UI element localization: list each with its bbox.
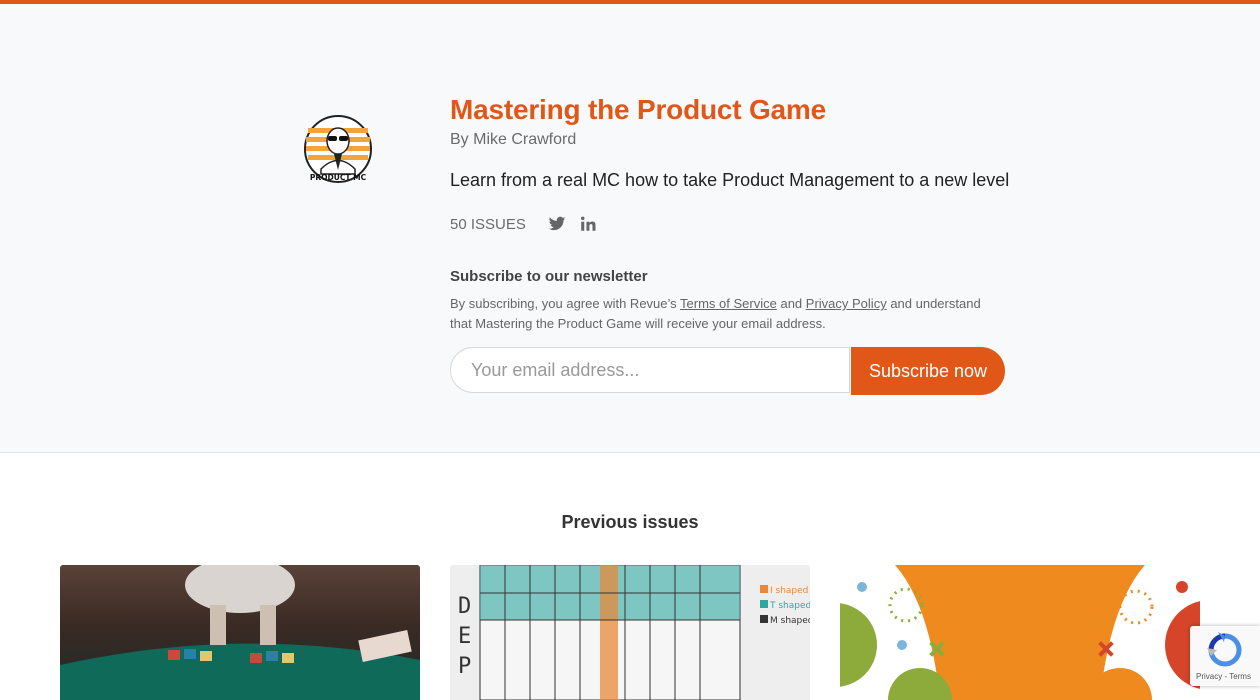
newsletter-header: PRODUCT MC Mastering the Product Game By… [0, 4, 1260, 453]
svg-text:P: P [458, 654, 471, 679]
linkedin-icon[interactable] [579, 215, 597, 233]
newsletter-byline: By Mike Crawford [450, 131, 577, 148]
game-graphic-image [840, 565, 1200, 700]
privacy-policy-link[interactable]: Privacy Policy [806, 296, 887, 311]
newsletter-meta: 50 ISSUES [450, 215, 597, 233]
legend-i-shaped: I shaped [770, 586, 808, 596]
casino-table-image [60, 565, 420, 700]
subscribe-heading: Subscribe to our newsletter [450, 268, 648, 285]
newsletter-avatar: PRODUCT MC [304, 115, 372, 183]
subscribe-button[interactable]: Subscribe now [851, 347, 1005, 395]
newsletter-description: Learn from a real MC how to take Product… [450, 170, 1010, 190]
legend-t-shaped: T shaped [769, 601, 810, 611]
issue-card-2-thumbnail[interactable]: D E P I shaped T shaped M shaped [450, 565, 810, 700]
previous-issues-heading: Previous issues [561, 512, 699, 532]
avatar-logo-text: PRODUCT MC [310, 173, 367, 182]
twitter-icon[interactable] [548, 215, 566, 233]
terms-of-service-link[interactable]: Terms of Service [680, 296, 777, 311]
recaptcha-icon [1207, 632, 1242, 667]
svg-text:E: E [458, 624, 471, 649]
issues-count: 50 ISSUES [450, 215, 526, 233]
svg-text:D: D [458, 594, 471, 619]
word-grid-image: D E P I shaped T shaped M shaped [450, 565, 810, 700]
subscribe-legal-text: By subscribing, you agree with Revue’s T… [450, 294, 990, 334]
email-input[interactable] [450, 347, 850, 393]
recaptcha-privacy-terms[interactable]: Privacy - Terms [1196, 672, 1251, 681]
issue-card-3-thumbnail[interactable] [840, 565, 1200, 700]
legend-m-shaped: M shaped [770, 616, 810, 626]
legal-and: and [776, 296, 806, 311]
issue-card-1-thumbnail[interactable] [60, 565, 420, 700]
newsletter-title: Mastering the Product Game [450, 94, 826, 125]
legal-prefix: By subscribing, you agree with Revue’s [450, 296, 681, 311]
